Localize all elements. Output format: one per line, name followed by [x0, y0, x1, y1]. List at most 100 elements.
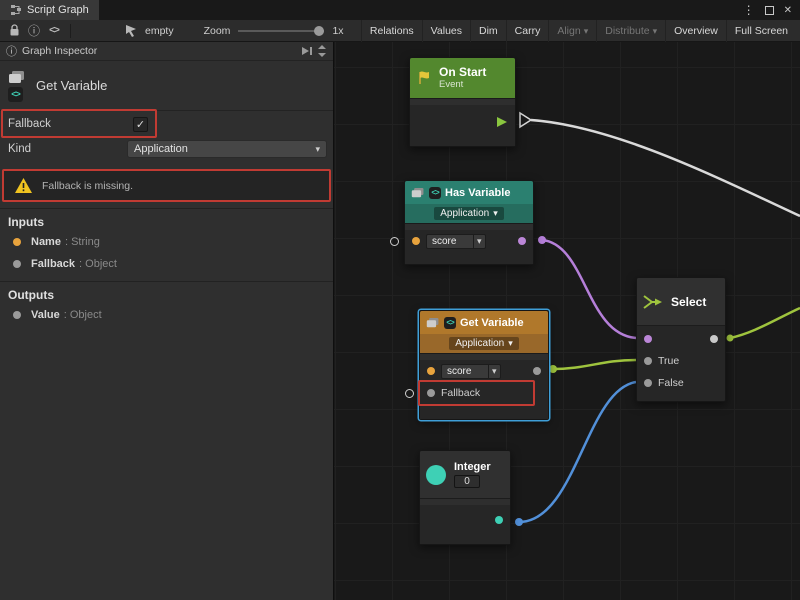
zoom-slider-thumb[interactable] [314, 26, 324, 36]
chevron-down-icon [584, 25, 589, 37]
integer-icon [426, 465, 446, 485]
values-button[interactable]: Values [422, 20, 470, 42]
unit-title: Get Variable [36, 78, 107, 93]
control-port-triangle [520, 113, 531, 127]
value-output-port[interactable] [533, 367, 541, 375]
fullscreen-button[interactable]: Full Screen [726, 20, 796, 42]
wire-value-true [553, 360, 636, 369]
node-has-variable[interactable]: Has Variable Application score [404, 180, 534, 265]
info-toggle-icon[interactable] [24, 22, 44, 40]
graph-inspector-panel: Graph Inspector Get Variable Fallback Ki… [0, 42, 334, 600]
node-strip [410, 99, 515, 105]
input-row-fallback: Fallback : Object [0, 253, 333, 275]
inspector-title: Graph Inspector [22, 45, 97, 57]
node-on-start[interactable]: On Start Event [409, 57, 516, 147]
graph-canvas[interactable]: On Start Event Has [334, 42, 800, 600]
selection-cursor-icon [121, 22, 141, 40]
object-port-dot [13, 311, 21, 319]
bool-output-port[interactable] [518, 237, 526, 245]
wires-layer [334, 42, 800, 600]
wire-select-output [730, 308, 800, 338]
get-variable-scope-row: Application [420, 334, 548, 353]
scope-dropdown[interactable]: Application [434, 207, 503, 220]
unconnected-input-ring[interactable] [405, 389, 414, 398]
align-button[interactable]: Align [548, 20, 596, 42]
code-icon [429, 187, 441, 199]
warning-text: Fallback is missing. [42, 180, 133, 192]
has-variable-header: Has Variable [405, 181, 533, 204]
object-port-dot [13, 260, 21, 268]
select-merge-icon [643, 294, 663, 310]
tab-script-graph[interactable]: Script Graph [0, 0, 99, 20]
select-header: Select [637, 278, 725, 326]
node-integer[interactable]: Integer 0 [419, 450, 511, 545]
kind-dropdown[interactable]: Application [127, 140, 327, 158]
carry-button[interactable]: Carry [506, 20, 549, 42]
integer-value-field[interactable]: 0 [454, 475, 480, 488]
outputs-heading: Outputs [0, 282, 333, 304]
has-variable-scope-row: Application [405, 204, 533, 223]
chevron-down-icon [488, 365, 500, 378]
unconnected-input-ring[interactable] [390, 237, 399, 246]
zoom-value: 1x [332, 25, 343, 37]
kind-label: Kind [8, 143, 127, 155]
kind-option-row: Kind Application [0, 137, 333, 161]
distribute-button[interactable]: Distribute [596, 20, 665, 42]
chevron-down-icon [473, 235, 485, 248]
zoom-slider[interactable] [238, 24, 324, 38]
script-graph-window: Script Graph empty Zoom 1x Relations Val… [0, 0, 800, 600]
highlight-fallback-option [1, 109, 157, 138]
name-input-port[interactable] [427, 367, 435, 375]
lock-icon[interactable] [4, 22, 24, 40]
chevron-down-icon [315, 143, 320, 155]
dim-button[interactable]: Dim [470, 20, 506, 42]
selection-label: empty [145, 25, 174, 37]
graph-toolbar: empty Zoom 1x Relations Values Dim Carry… [0, 20, 800, 42]
code-icon [8, 87, 23, 102]
code-toggle-icon[interactable] [44, 22, 64, 40]
graph-icon [10, 4, 22, 16]
condition-input-port[interactable] [644, 335, 652, 343]
node-select[interactable]: Select True False [636, 277, 726, 402]
on-start-header: On Start Event [410, 58, 515, 98]
overview-button[interactable]: Overview [665, 20, 726, 42]
variables-stack-icon [411, 187, 425, 199]
info-icon [6, 43, 17, 59]
toolbar-separator [70, 24, 71, 38]
window-controls [743, 0, 800, 20]
get-variable-header: Get Variable [420, 311, 548, 334]
variable-name-dropdown[interactable]: score [426, 234, 486, 249]
selection-output-port[interactable] [710, 335, 718, 343]
menu-icon[interactable] [743, 3, 755, 17]
panel-options-icon[interactable] [317, 45, 327, 57]
warning-highlight: Fallback is missing. [2, 169, 331, 202]
output-row-value: Value : Object [0, 304, 333, 326]
variable-name-dropdown[interactable]: score [441, 364, 501, 379]
integer-output-port[interactable] [495, 516, 503, 524]
tab-title: Script Graph [27, 4, 89, 16]
warning-box: Fallback is missing. [4, 171, 329, 200]
chevron-down-icon [493, 208, 498, 219]
false-input-port[interactable] [644, 379, 652, 387]
true-input-port[interactable] [644, 357, 652, 365]
string-port-dot [13, 238, 21, 246]
kind-dropdown-value: Application [134, 143, 188, 155]
node-strip [420, 499, 510, 505]
flag-icon [416, 70, 432, 86]
scope-dropdown[interactable]: Application [449, 337, 518, 350]
dock-icon[interactable] [301, 46, 313, 56]
wire-bool [542, 240, 636, 338]
name-input-port[interactable] [412, 237, 420, 245]
flow-output-arrow-icon[interactable] [495, 116, 508, 128]
integer-header: Integer 0 [420, 451, 510, 499]
zoom-label: Zoom [204, 25, 231, 37]
relations-button[interactable]: Relations [361, 20, 422, 42]
inspector-header: Graph Inspector [0, 42, 333, 61]
titlebar: Script Graph [0, 0, 800, 20]
wire-control-flow [531, 120, 800, 216]
chevron-down-icon [653, 25, 658, 37]
maximize-icon[interactable] [765, 6, 774, 15]
inputs-heading: Inputs [0, 209, 333, 231]
close-icon[interactable] [784, 4, 792, 16]
zoom-slider-track [238, 30, 324, 32]
